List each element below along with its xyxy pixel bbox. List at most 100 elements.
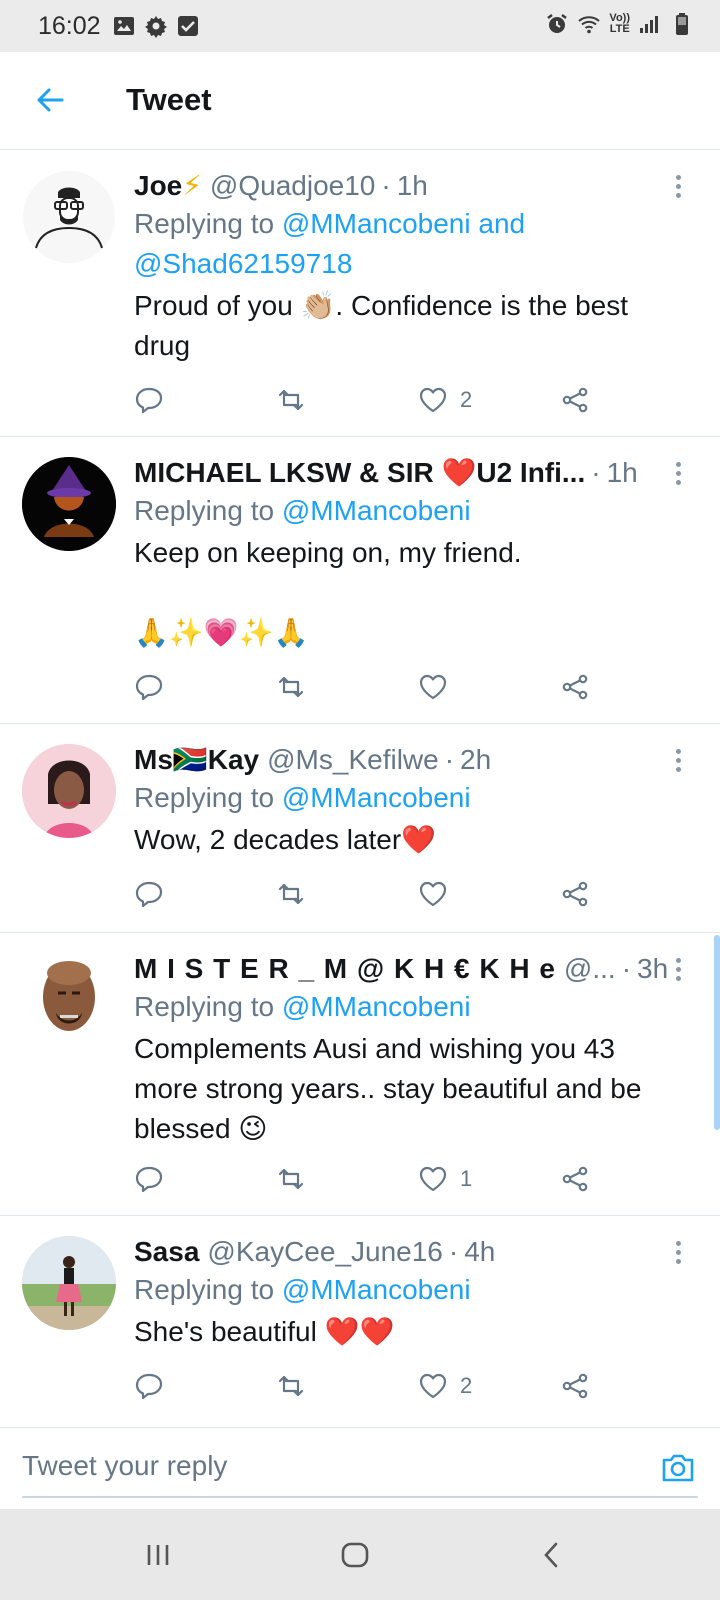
like-button[interactable]: 2 — [418, 380, 472, 420]
recents-icon — [147, 1545, 169, 1565]
like-button[interactable]: 2 — [418, 1366, 472, 1406]
reply-icon — [135, 1373, 163, 1400]
tweet-actions — [134, 667, 604, 707]
avatar[interactable] — [22, 1236, 116, 1330]
more-options-button[interactable] — [666, 455, 690, 491]
like-button[interactable]: 1 — [418, 1159, 472, 1199]
more-options-button[interactable] — [666, 951, 690, 987]
more-options-button[interactable] — [666, 742, 690, 778]
like-count: 2 — [460, 387, 473, 412]
share-button[interactable] — [560, 1159, 590, 1199]
reply-bar — [0, 1427, 720, 1509]
avatar[interactable] — [22, 953, 116, 1047]
system-nav-bar — [0, 1509, 720, 1600]
retweet-button[interactable] — [276, 1366, 306, 1406]
reply-button[interactable] — [134, 1159, 164, 1199]
display-name[interactable]: MICHAEL LKSW & SIR ❤️U2 Infi... — [134, 455, 585, 491]
replies-feed[interactable]: Joe ⚡ @Quadjoe10 · 1h Replying to @MManc… — [0, 150, 720, 1427]
retweet-button[interactable] — [276, 380, 306, 420]
reply-icon — [135, 674, 163, 701]
back-button[interactable] — [26, 76, 74, 124]
lightning-emoji: ⚡ — [182, 170, 202, 201]
retweet-icon — [278, 676, 304, 698]
image-icon — [114, 17, 134, 35]
user-handle[interactable]: @KayCee_June16 — [207, 1234, 442, 1270]
retweet-button[interactable] — [276, 1159, 306, 1199]
tweet-item[interactable]: Joe ⚡ @Quadjoe10 · 1h Replying to @MManc… — [0, 150, 720, 437]
mention-link[interactable]: @MMancobeni — [282, 495, 471, 526]
share-button[interactable] — [560, 874, 590, 914]
reply-icon — [135, 881, 163, 908]
retweet-button[interactable] — [276, 667, 306, 707]
app-header: Tweet — [0, 52, 720, 150]
reply-button[interactable] — [134, 1366, 164, 1406]
user-handle[interactable]: @Quadjoe10 — [210, 168, 375, 204]
tweet-actions — [134, 874, 604, 914]
like-icon — [419, 387, 447, 413]
display-name[interactable]: M I S T E R _ M @ K H € K H e — [134, 951, 556, 987]
display-name[interactable]: Ms🇿🇦Kay — [134, 742, 259, 778]
like-icon — [419, 674, 447, 700]
home-icon — [341, 1542, 369, 1568]
replying-to: Replying to @MMancobeni — [134, 991, 471, 1022]
tweet-text: Wow, 2 decades later❤️ — [134, 824, 437, 855]
tweet-text: Complements Ausi and wishing you 43 more… — [134, 1033, 642, 1144]
avatar[interactable] — [22, 744, 116, 838]
like-button[interactable] — [418, 667, 460, 707]
status-time: 16:02 — [38, 12, 101, 40]
reply-button[interactable] — [134, 874, 164, 914]
avatar[interactable] — [22, 170, 116, 264]
tweet-item[interactable]: M I S T E R _ M @ K H € K H e @... · 3h … — [0, 933, 720, 1216]
share-button[interactable] — [560, 380, 590, 420]
camera-icon — [662, 1454, 694, 1482]
home-button[interactable] — [331, 1531, 379, 1579]
tweet-time: 1h — [606, 457, 638, 488]
like-count: 2 — [460, 1373, 473, 1398]
display-name[interactable]: Joe — [134, 168, 182, 204]
status-bar: 16:02 Vo)) LTE — [0, 0, 720, 52]
user-handle[interactable]: @Ms_Kefilwe — [267, 742, 439, 778]
reply-button[interactable] — [134, 667, 164, 707]
avatar[interactable] — [22, 457, 116, 551]
signal-icon — [640, 16, 658, 33]
more-options-button[interactable] — [666, 1234, 690, 1270]
mention-link[interactable]: @MMancobeni — [282, 782, 471, 813]
arrow-left-icon — [37, 88, 64, 112]
replying-to: Replying to @MMancobeni — [134, 495, 471, 526]
tweet-actions: 2 — [134, 380, 604, 420]
camera-button[interactable] — [658, 1448, 698, 1488]
share-icon — [562, 881, 588, 907]
like-count: 1 — [460, 1166, 473, 1191]
retweet-icon — [278, 389, 304, 411]
tweet-text: Keep on keeping on, my friend. — [134, 537, 522, 568]
avatar-illustration — [22, 1236, 116, 1330]
tweet-time: 2h — [460, 744, 492, 775]
tweet-item[interactable]: Ms🇿🇦Kay @Ms_Kefilwe · 2h Replying to @MM… — [0, 724, 720, 933]
tweet-item[interactable]: MICHAEL LKSW & SIR ❤️U2 Infi... · 1h Rep… — [0, 437, 720, 724]
nav-back-button[interactable] — [528, 1531, 576, 1579]
share-button[interactable] — [560, 1366, 590, 1406]
share-button[interactable] — [560, 667, 590, 707]
reply-underline — [22, 1496, 698, 1498]
reply-button[interactable] — [134, 380, 164, 420]
display-name[interactable]: Sasa — [134, 1234, 199, 1270]
like-button[interactable] — [418, 874, 460, 914]
avatar-illustration — [22, 953, 116, 1047]
mention-link[interactable]: @MMancobeni — [282, 1274, 471, 1305]
tweet-item[interactable]: Sasa @KayCee_June16 · 4h Replying to @MM… — [0, 1216, 720, 1427]
gear-icon — [145, 16, 167, 38]
retweet-button[interactable] — [276, 874, 306, 914]
user-handle[interactable]: @... — [564, 951, 616, 987]
retweet-icon — [278, 1168, 304, 1190]
reply-input[interactable] — [22, 1444, 622, 1488]
tweet-actions: 2 — [134, 1366, 604, 1406]
tweet-time: 3h — [637, 953, 669, 984]
mention-link[interactable]: @MMancobeni — [282, 991, 471, 1022]
more-options-button[interactable] — [666, 168, 690, 204]
page-title: Tweet — [126, 82, 212, 117]
recents-button[interactable] — [134, 1531, 182, 1579]
scrollbar[interactable] — [714, 935, 720, 1130]
replying-to: Replying to @MMancobeni and @Shad6215971… — [134, 208, 526, 279]
share-icon — [562, 387, 588, 413]
like-icon — [419, 1373, 447, 1399]
